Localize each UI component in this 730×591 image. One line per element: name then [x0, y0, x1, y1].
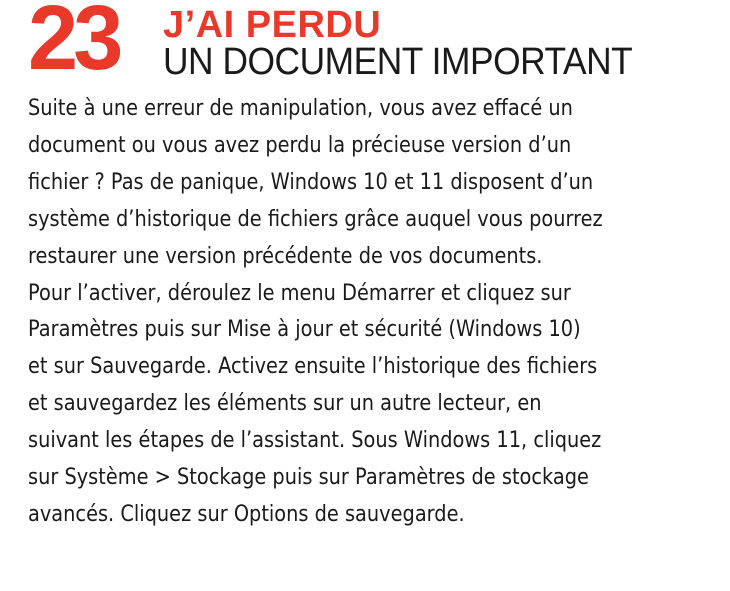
tip-title-line-1: J’AI PERDU — [163, 4, 382, 46]
body-line: avancés. Cliquez sur Options de sauvegar… — [28, 500, 465, 527]
body-line: Paramètres puis sur Mise à jour et sécur… — [28, 316, 581, 343]
tip-body: Suite à une erreur de manipulation, vous… — [28, 90, 723, 533]
body-line: sur Système > Stockage puis sur Paramètr… — [28, 464, 589, 491]
body-line: Suite à une erreur de manipulation, vous… — [28, 95, 573, 121]
body-line: et sur Sauvegarde. Activez ensuite l’his… — [28, 353, 598, 380]
tip-number: 23 — [28, 0, 123, 89]
tip-title: J’AI PERDU UN DOCUMENT IMPORTANT — [163, 6, 668, 82]
body-line: Pour l’activer, déroulez le menu Démarre… — [28, 279, 571, 306]
body-line: système d’historique de fichiers grâce a… — [28, 205, 603, 232]
tip-title-line-2: UN DOCUMENT IMPORTANT — [163, 41, 633, 83]
body-line: restaurer une version précédente de vos … — [28, 242, 543, 269]
body-line: et sauvegardez les éléments sur un autre… — [28, 390, 542, 417]
tip-header: 23 J’AI PERDU UN DOCUMENT IMPORTANT — [28, 0, 718, 88]
body-line: suivant les étapes de l’assistant. Sous … — [28, 427, 602, 454]
tip-article: 23 J’AI PERDU UN DOCUMENT IMPORTANT Suit… — [0, 0, 730, 591]
body-line: fichier ? Pas de panique, Windows 10 et … — [28, 168, 594, 195]
body-line: document ou vous avez perdu la précieuse… — [28, 131, 572, 158]
